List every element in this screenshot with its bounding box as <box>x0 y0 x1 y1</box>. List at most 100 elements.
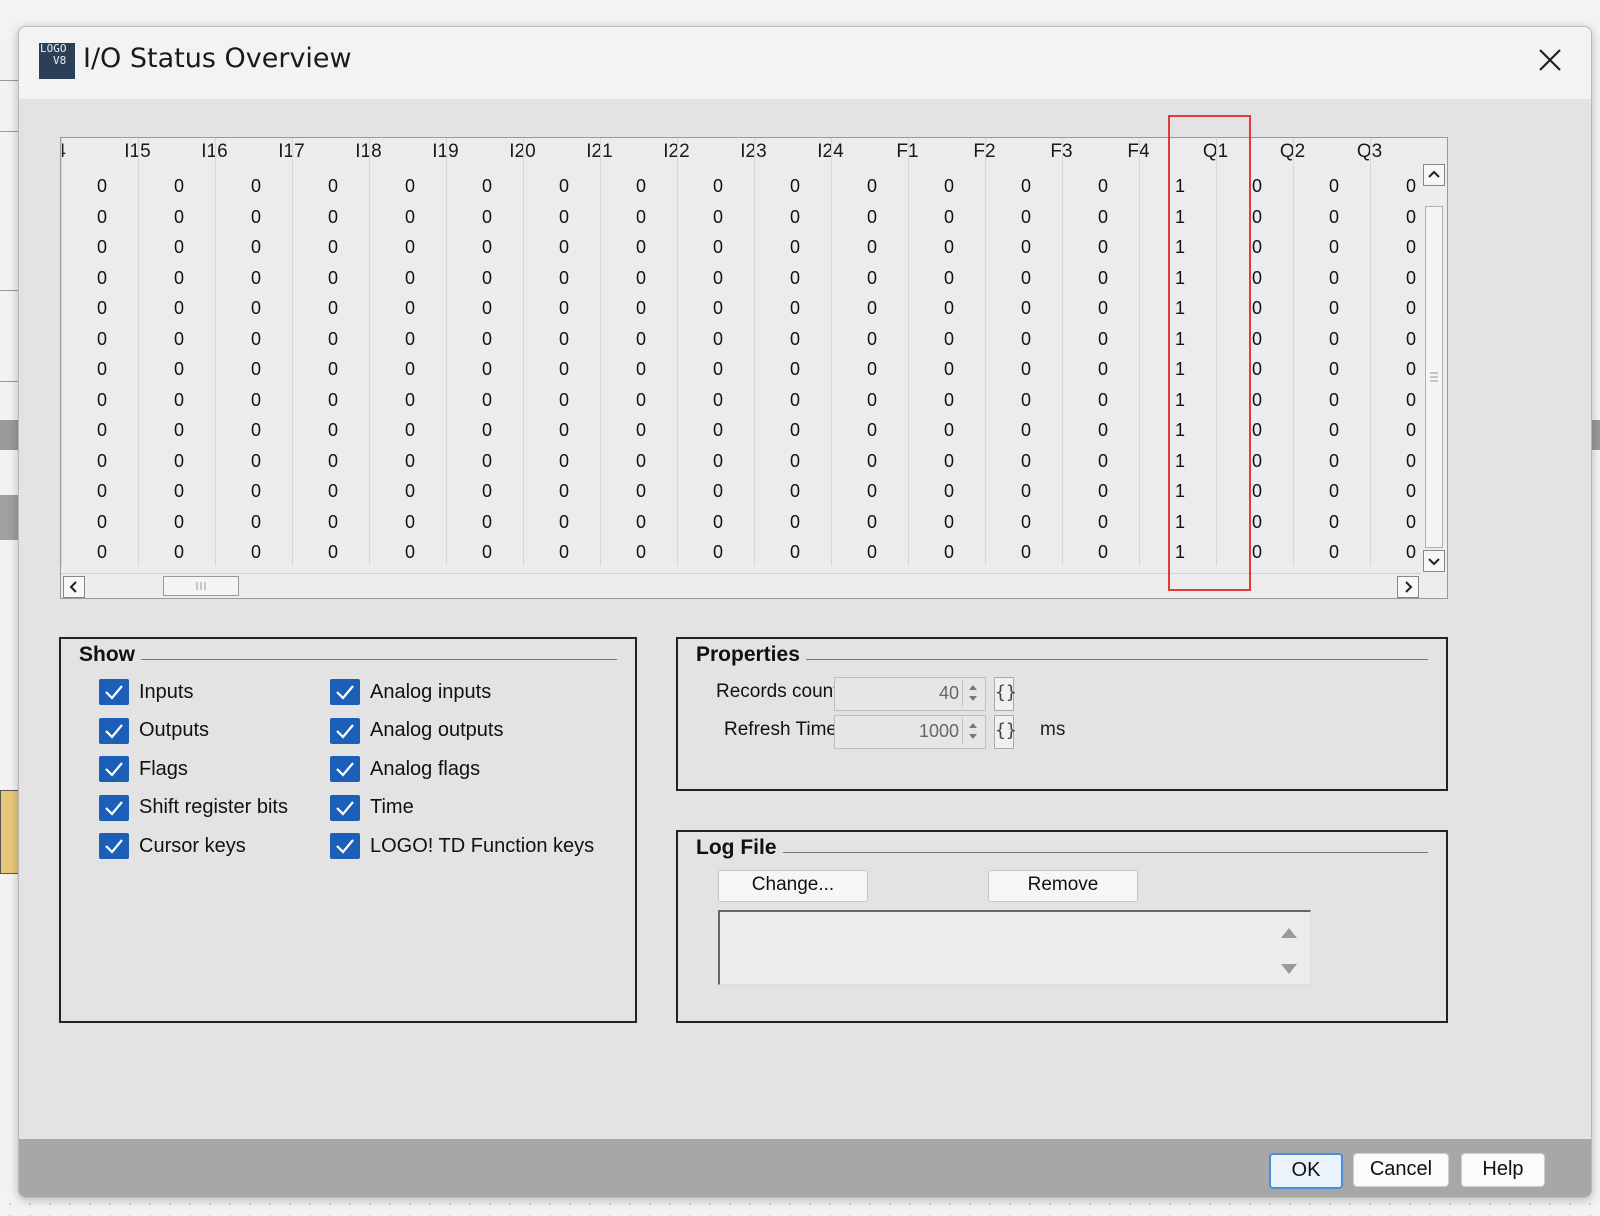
table-cell: 1 <box>1175 481 1186 501</box>
refresh-time-field[interactable]: 1000 <box>834 715 986 749</box>
table-cell: 0 <box>559 481 570 501</box>
table-cell: 0 <box>559 176 570 196</box>
records-count-parameter-button[interactable]: {} <box>994 677 1017 711</box>
checkbox-logo-td-function-keys[interactable]: LOGO! TD Function keys <box>330 831 594 861</box>
refresh-spin-arrows-icon[interactable] <box>962 718 983 744</box>
table-cell: 0 <box>1021 206 1032 227</box>
table-row[interactable]: 0 0 0 0 0 0 0 0 0 0 0 0 0 0 1 0 0 0 <box>61 203 1421 233</box>
table-cell: 0 <box>1329 206 1340 227</box>
table-cell: 0 <box>1098 237 1109 257</box>
table-cell: 0 <box>636 237 647 257</box>
checkbox-analog-inputs[interactable]: Analog inputs <box>330 677 491 707</box>
checkbox-shift-register-bits[interactable]: Shift register bits <box>99 793 288 823</box>
table-cell: 0 <box>1252 450 1263 471</box>
horizontal-scrollbar[interactable] <box>61 573 1421 598</box>
log-box-scrollbar[interactable] <box>1268 912 1310 984</box>
records-spin-arrows-icon[interactable] <box>962 680 983 706</box>
checkmark-icon[interactable] <box>330 794 360 821</box>
change-log-button[interactable]: Change... <box>718 870 868 902</box>
table-cell: 0 <box>867 267 878 288</box>
checkmark-icon[interactable] <box>330 833 360 859</box>
scroll-right-icon[interactable] <box>1397 576 1419 598</box>
checkmark-icon[interactable] <box>99 833 129 859</box>
table-row[interactable]: 0 0 0 0 0 0 0 0 0 0 0 0 0 0 1 0 0 0 <box>61 172 1421 202</box>
table-cell: 0 <box>1021 389 1032 410</box>
log-file-path-box[interactable] <box>718 910 1311 985</box>
checkmark-icon[interactable] <box>330 717 360 744</box>
refresh-time-value: 1000 <box>918 721 959 741</box>
vertical-scrollbar[interactable] <box>1421 164 1447 574</box>
table-row[interactable]: 0 0 0 0 0 0 0 0 0 0 0 0 0 0 1 0 0 0 <box>61 508 1421 538</box>
table-cell: 0 <box>251 176 262 196</box>
table-cell: 0 <box>1406 511 1417 532</box>
table-row[interactable]: 0 0 0 0 0 0 0 0 0 0 0 0 0 0 1 0 0 0 <box>61 416 1421 446</box>
table-cell: 0 <box>1406 359 1417 379</box>
table-cell: 0 <box>867 206 878 227</box>
table-cell: 0 <box>1329 298 1340 318</box>
table-cell: 0 <box>790 481 801 501</box>
table-cell: 0 <box>1252 542 1263 562</box>
checkmark-icon[interactable] <box>99 717 129 744</box>
io-status-dialog: LOGO V8 I/O Status Overview 4I15I16I17I1… <box>18 26 1592 1198</box>
table-cell: 0 <box>174 511 185 532</box>
table-cell: 0 <box>713 176 724 196</box>
close-icon[interactable] <box>1535 45 1565 75</box>
io-status-grid[interactable]: 4I15I16I17I18I19I20I21I22I23I24F1F2F3F4Q… <box>60 137 1448 599</box>
cancel-button[interactable]: Cancel <box>1353 1153 1449 1187</box>
table-cell: 0 <box>636 481 647 501</box>
checkmark-icon[interactable] <box>330 679 360 705</box>
table-cell: 0 <box>405 237 416 257</box>
checkbox-label: Analog flags <box>370 757 481 780</box>
table-cell: 0 <box>174 298 185 318</box>
table-cell: 0 <box>1329 511 1340 532</box>
checkmark-icon[interactable] <box>330 756 360 782</box>
table-row[interactable]: 0 0 0 0 0 0 0 0 0 0 0 0 0 0 1 0 0 0 <box>61 264 1421 294</box>
checkmark-icon[interactable] <box>99 679 129 705</box>
table-cell: 0 <box>790 359 801 379</box>
table-row[interactable]: 0 0 0 0 0 0 0 0 0 0 0 0 0 0 1 0 0 0 <box>61 294 1421 324</box>
table-cell: 0 <box>944 389 955 410</box>
help-button[interactable]: Help <box>1461 1153 1545 1187</box>
table-cell: 1 <box>1175 450 1186 471</box>
checkmark-icon[interactable] <box>99 794 129 821</box>
horizontal-scroll-thumb[interactable] <box>163 576 239 596</box>
table-cell: 0 <box>1098 420 1109 440</box>
records-count-field[interactable]: 40 <box>834 677 986 711</box>
table-cell: 0 <box>482 450 493 471</box>
table-row[interactable]: 0 0 0 0 0 0 0 0 0 0 0 0 0 0 1 0 0 0 <box>61 325 1421 355</box>
table-cell: 0 <box>1329 267 1340 288</box>
table-cell: 0 <box>1406 542 1417 562</box>
table-cell: 0 <box>1252 420 1263 440</box>
vertical-scroll-thumb[interactable] <box>1425 206 1443 548</box>
remove-log-button[interactable]: Remove <box>988 870 1138 902</box>
checkbox-inputs[interactable]: Inputs <box>99 677 193 707</box>
table-cell: 0 <box>790 542 801 562</box>
scroll-down-icon[interactable] <box>1423 550 1445 572</box>
checkbox-analog-outputs[interactable]: Analog outputs <box>330 716 503 746</box>
table-cell: 0 <box>559 328 570 349</box>
table-row[interactable]: 0 0 0 0 0 0 0 0 0 0 0 0 0 0 1 0 0 0 <box>61 477 1421 507</box>
checkbox-outputs[interactable]: Outputs <box>99 716 209 746</box>
checkmark-icon[interactable] <box>99 756 129 782</box>
table-row[interactable]: 0 0 0 0 0 0 0 0 0 0 0 0 0 0 1 0 0 0 <box>61 355 1421 385</box>
checkbox-analog-flags[interactable]: Analog flags <box>330 754 480 784</box>
table-cell: 0 <box>1329 176 1340 196</box>
refresh-time-parameter-button[interactable]: {} <box>994 715 1017 749</box>
table-row[interactable]: 0 0 0 0 0 0 0 0 0 0 0 0 0 0 1 0 0 0 <box>61 538 1421 568</box>
checkbox-cursor-keys[interactable]: Cursor keys <box>99 831 246 861</box>
table-row[interactable]: 0 0 0 0 0 0 0 0 0 0 0 0 0 0 1 0 0 0 <box>61 386 1421 416</box>
scroll-left-icon[interactable] <box>63 576 85 598</box>
table-cell: 0 <box>251 267 262 288</box>
ok-button[interactable]: OK <box>1269 1153 1343 1189</box>
table-cell: 0 <box>944 206 955 227</box>
checkbox-flags[interactable]: Flags <box>99 754 188 784</box>
scroll-up-icon[interactable] <box>1423 164 1445 186</box>
table-cell: 0 <box>1098 481 1109 501</box>
checkbox-time[interactable]: Time <box>330 793 414 823</box>
table-cell: 1 <box>1175 267 1186 288</box>
table-row[interactable]: 0 0 0 0 0 0 0 0 0 0 0 0 0 0 1 0 0 0 <box>61 447 1421 477</box>
table-row[interactable]: 0 0 0 0 0 0 0 0 0 0 0 0 0 0 1 0 0 0 <box>61 233 1421 263</box>
table-cell: 0 <box>174 389 185 410</box>
table-cell: 0 <box>1329 359 1340 379</box>
column-header-4[interactable]: 4 <box>61 138 99 170</box>
